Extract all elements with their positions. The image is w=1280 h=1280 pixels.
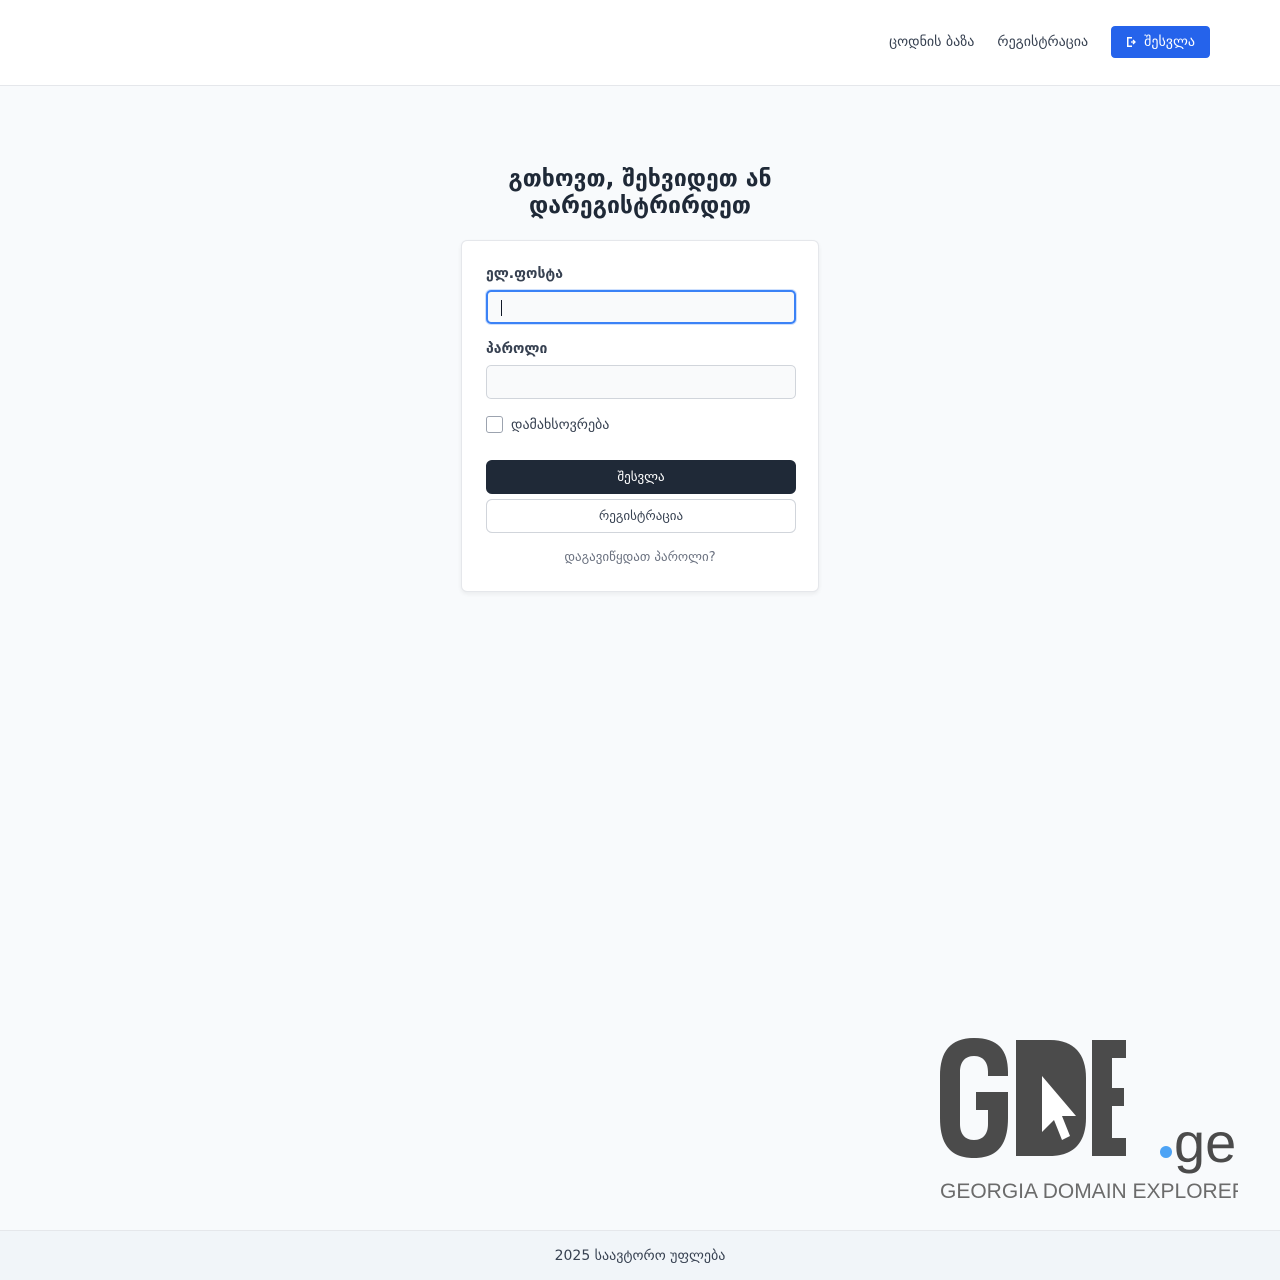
nav-link-knowledge-base[interactable]: ცოდნის ბაზა [889,34,974,50]
nav-link-register[interactable]: რეგისტრაცია [997,34,1088,50]
email-label: ელ.ფოსტა [486,266,563,282]
password-field[interactable] [486,365,796,399]
footer: 2025 საავტორო უფლება [0,1230,1280,1280]
page-title: გთხოვთ, შეხვიდეთ ან დარეგისტრირდეთ [0,166,1280,220]
register-button[interactable]: რეგისტრაცია [486,499,796,533]
page-title-line1: გთხოვთ, შეხვიდეთ ან [508,166,772,192]
footer-copyright: 2025 საავტორო უფლება [554,1247,726,1264]
page-title-line2: დარეგისტრირდეთ [529,193,751,219]
nav-login-label: შესვლა [1144,34,1195,50]
logo-tagline: GEORGIA DOMAIN EXPLORER [940,1180,1238,1203]
login-card: ელ.ფოსტა პაროლი დამახსოვრება შესვლა რეგი… [461,240,819,592]
text-caret [501,300,502,316]
main-nav: ცოდნის ბაზა რეგისტრაცია შესვლა [889,26,1210,58]
remember-me-label[interactable]: დამახსოვრება [511,417,609,433]
gde-logo: ge GEORGIA DOMAIN EXPLORER [938,1036,1247,1206]
logo-letter-e [1092,1040,1126,1156]
logo-suffix-text: ge [1174,1111,1236,1174]
sign-in-icon [1126,36,1137,48]
login-button[interactable]: შესვლა [486,460,796,494]
email-field[interactable] [486,290,796,324]
password-label: პაროლი [486,341,548,357]
forgot-password-link[interactable]: დაგავიწყდათ პაროლი? [462,550,818,565]
top-navbar: ცოდნის ბაზა რეგისტრაცია შესვლა [0,0,1280,86]
remember-me-checkbox[interactable] [486,416,503,433]
logo-dot [1160,1146,1172,1158]
remember-me-row[interactable]: დამახსოვრება [486,416,609,433]
logo-letter-g [940,1038,1008,1158]
nav-login-button[interactable]: შესვლა [1111,26,1210,58]
